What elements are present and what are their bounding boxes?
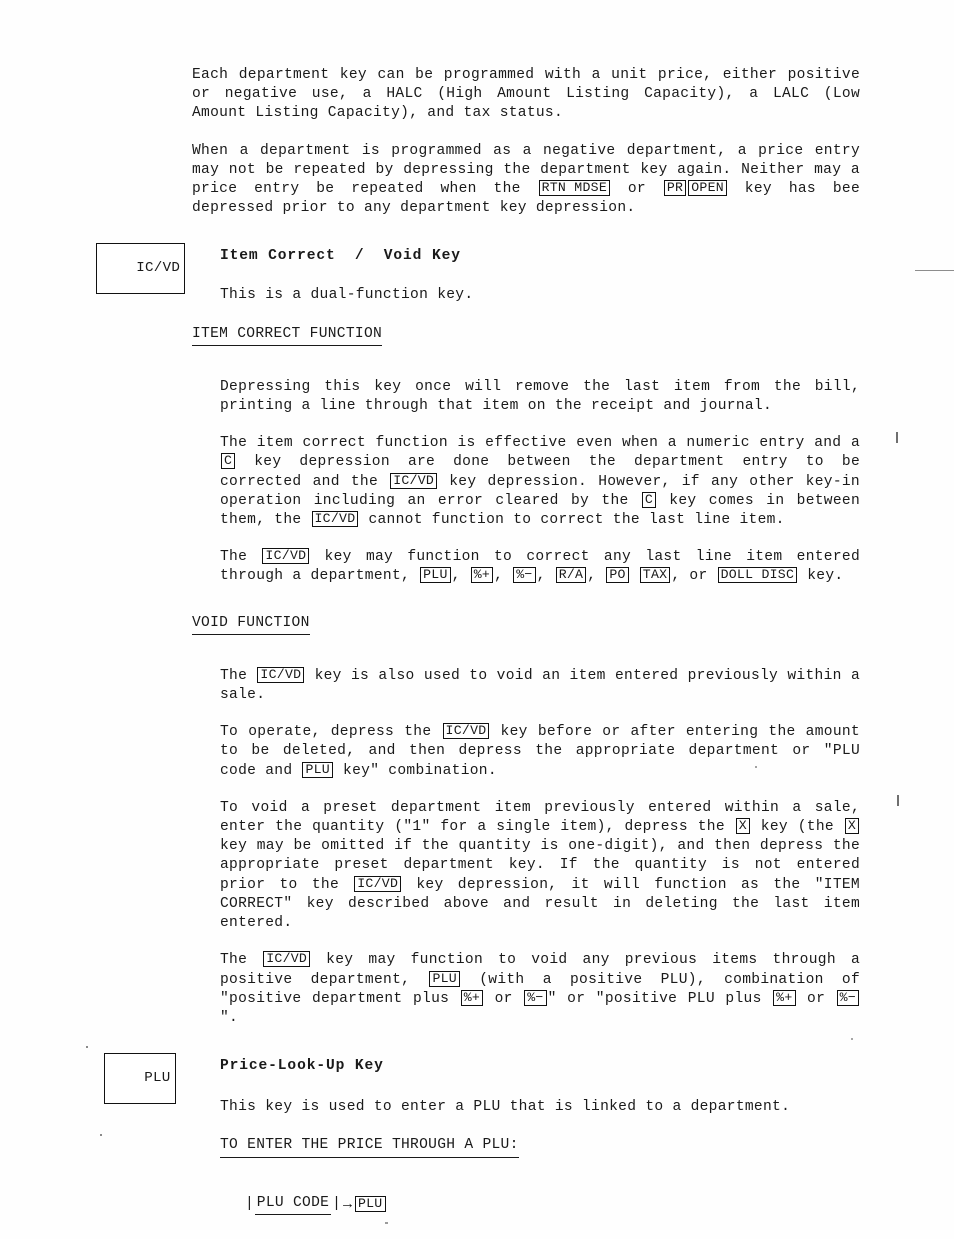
- vd-p1-text-a: The: [220, 667, 257, 684]
- manual-page: IC/VD PLU Each department key can be pro…: [0, 0, 954, 1239]
- scan-artifact-speck: [86, 1046, 88, 1048]
- key-plu: PLU: [354, 1196, 386, 1213]
- scan-artifact-speck: [100, 1134, 102, 1136]
- ic-p3-text-c: ,: [451, 568, 470, 585]
- intro-p2-text-b: or: [611, 181, 663, 198]
- key-plu: PLU: [429, 970, 460, 987]
- key-icvd: IC/VD: [257, 666, 305, 683]
- flow-plu-code-label: PLU CODE: [254, 1194, 332, 1215]
- key-plu: PLU: [420, 567, 451, 584]
- key-po: PO: [606, 567, 629, 584]
- section-heading-icvd: Item Correct / Void Key: [192, 248, 860, 274]
- key-x: X: [735, 818, 750, 835]
- vd-p4-text-g: ".: [220, 1009, 239, 1026]
- key-icvd: IC/VD: [262, 548, 310, 565]
- scan-artifact-speck: [385, 1222, 388, 1224]
- intro-paragraph-2: When a department is programmed as a neg…: [192, 142, 860, 219]
- plu-lead-text: This key is used to enter a PLU that is …: [220, 1099, 791, 1116]
- key-icvd: IC/VD: [263, 951, 311, 968]
- key-plu: PLU: [302, 761, 333, 778]
- scan-artifact-rule: [915, 270, 954, 271]
- icvd-lead-text: This is a dual-function key.: [220, 287, 474, 304]
- ic-p3-text-h: , or: [671, 568, 717, 585]
- ic-p3-text-d: ,: [494, 568, 513, 585]
- key-doll-disc: DOLL DISC: [717, 567, 798, 584]
- subheading-void-wrap: VOID FUNCTION: [192, 613, 860, 651]
- vd-p4-text-f: or: [796, 990, 836, 1007]
- key-c: C: [641, 491, 657, 508]
- key-open: OPEN: [688, 180, 727, 197]
- icvd-lead-paragraph: This is a dual-function key.: [220, 286, 860, 305]
- ic-p3-text-e: ,: [536, 568, 555, 585]
- gutter-key-icvd-label: IC/VD: [136, 260, 181, 276]
- ic-p2-text-e: cannot function to correct the last line…: [359, 512, 785, 529]
- ic-p3-text-i: key.: [798, 568, 844, 585]
- vd-p4-text-e: " or "positive PLU plus: [547, 990, 773, 1007]
- gutter-key-icvd: IC/VD: [96, 243, 186, 294]
- subheading-void-function: VOID FUNCTION: [192, 614, 310, 635]
- key-icvd: IC/VD: [354, 875, 402, 892]
- key-icvd: IC/VD: [442, 723, 490, 740]
- ic-p3-text-a: The: [220, 549, 262, 566]
- gutter-key-plu: PLU: [104, 1053, 176, 1104]
- subheading-plu-price-wrap: TO ENTER THE PRICE THROUGH A PLU:: [220, 1135, 860, 1173]
- intro-paragraph-1: Each department key can be programmed wi…: [192, 66, 860, 124]
- scan-artifact-tick: [896, 432, 898, 443]
- key-icvd: IC/VD: [311, 511, 359, 528]
- key-percent-plus: %+: [470, 567, 494, 584]
- key-c: C: [221, 453, 236, 470]
- plu-entry-flow-diagram: | PLU CODE | → PLU: [244, 1194, 860, 1215]
- gutter-key-plu-label: PLU: [144, 1070, 171, 1086]
- section-title-icvd: Item Correct / Void Key: [220, 248, 461, 265]
- key-tax: TAX: [639, 567, 671, 584]
- subheading-item-correct-wrap: ITEM CORRECT FUNCTION: [192, 324, 860, 362]
- void-paragraph-3: To void a preset department item previou…: [220, 799, 860, 933]
- subheading-item-correct: ITEM CORRECT FUNCTION: [192, 325, 383, 346]
- subheading-enter-price-through-plu: TO ENTER THE PRICE THROUGH A PLU:: [220, 1136, 519, 1158]
- ic-p1-text: Depressing this key once will remove the…: [220, 378, 860, 415]
- vd-p4-text-a: The: [220, 952, 263, 969]
- void-paragraph-4: The IC/VD key may function to void any p…: [220, 951, 860, 1028]
- ic-p3-text-g: [630, 568, 639, 584]
- void-paragraph-1: The IC/VD key is also used to void an it…: [220, 666, 860, 705]
- ic-p3-text-f: ,: [587, 568, 606, 585]
- key-x: X: [844, 818, 859, 835]
- item-correct-paragraph-2: The item correct function is effective e…: [220, 434, 860, 530]
- plu-lead-paragraph: This key is used to enter a PLU that is …: [220, 1098, 860, 1117]
- vd-p1-text-b: key is also used to void an item entered…: [220, 667, 860, 704]
- flow-pipe-right: |: [332, 1195, 341, 1212]
- vd-p2-text-a: To operate, depress the: [220, 724, 442, 741]
- key-icvd: IC/VD: [390, 472, 438, 489]
- vd-p3-text-b: key (the: [750, 819, 844, 836]
- vd-p2-text-c: key" combination.: [334, 762, 497, 779]
- vd-p4-text-d: or: [484, 990, 524, 1007]
- void-paragraph-2: To operate, depress the IC/VD key before…: [220, 723, 860, 781]
- key-percent-plus: %+: [460, 989, 484, 1006]
- key-pr: PR: [663, 180, 687, 197]
- ic-p2-text-a: The item correct function is effective e…: [220, 435, 860, 452]
- flow-pipe-left: |: [245, 1195, 254, 1212]
- key-percent-minus: %−: [836, 989, 860, 1006]
- scan-artifact-tick: [897, 795, 899, 806]
- text-column: Each department key can be programmed wi…: [192, 66, 860, 1215]
- key-percent-minus: %−: [524, 989, 547, 1006]
- section-title-plu: Price-Look-Up Key: [220, 1058, 384, 1075]
- intro-p1-text: Each department key can be programmed wi…: [192, 67, 860, 122]
- key-rtn-mdse: RTN MDSE: [538, 180, 611, 197]
- item-correct-paragraph-3: The IC/VD key may function to correct an…: [220, 548, 860, 586]
- key-percent-plus: %+: [773, 989, 796, 1006]
- item-correct-paragraph-1: Depressing this key once will remove the…: [220, 378, 860, 416]
- section-heading-plu: Price-Look-Up Key: [192, 1058, 860, 1084]
- flow-arrow-icon: →: [342, 1195, 352, 1213]
- key-percent-minus: %−: [513, 567, 536, 584]
- key-ra: R/A: [555, 567, 587, 584]
